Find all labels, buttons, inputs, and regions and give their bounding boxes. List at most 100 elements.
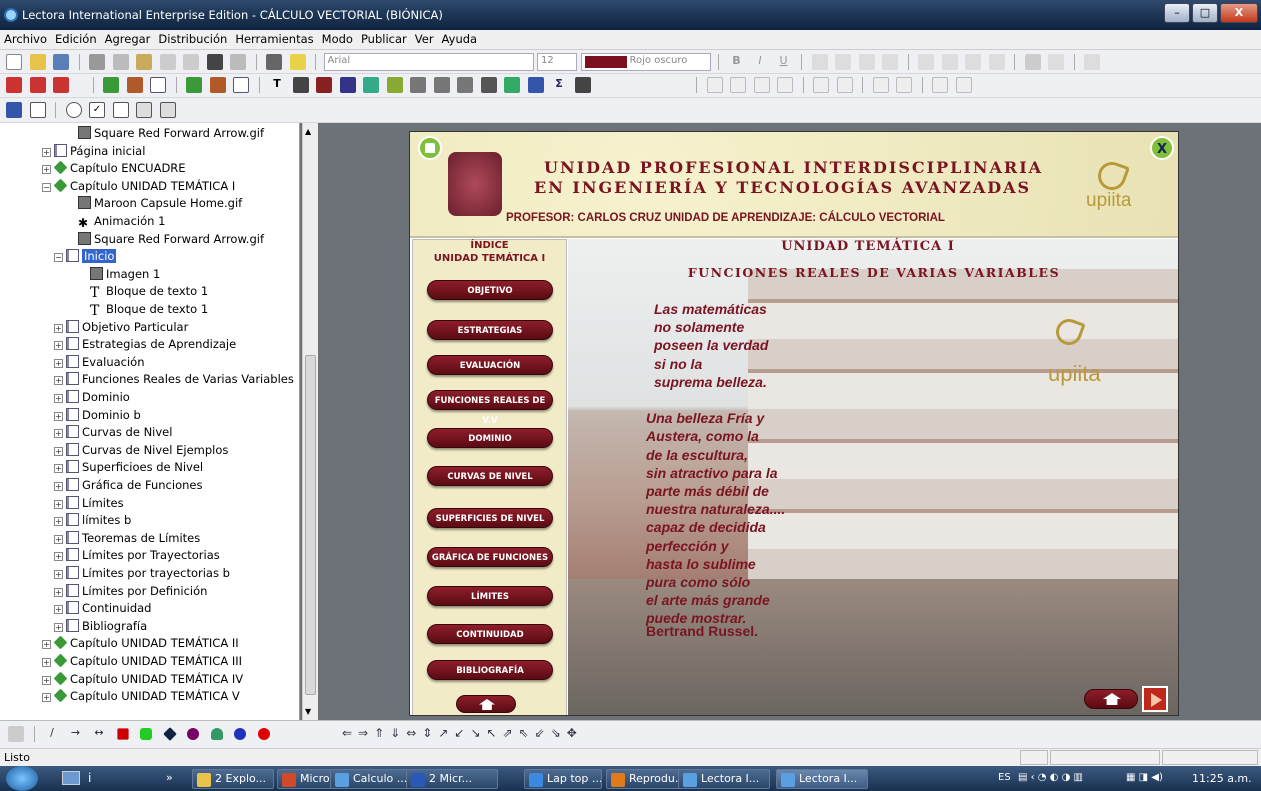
blue-circle-icon[interactable] — [234, 728, 246, 740]
arrow-tools[interactable]: ⇐⇒⇑⇓⇔⇕↗↙↘↖⇗⇖⇙⇘✥ — [342, 726, 583, 740]
index-menu-button[interactable]: ESTRATEGIAS — [427, 320, 553, 340]
start-button[interactable] — [6, 766, 38, 791]
replace-icon[interactable] — [230, 54, 246, 70]
line-icon[interactable]: / — [44, 726, 60, 742]
entry-field-icon[interactable] — [29, 102, 46, 118]
index-menu-button[interactable]: GRÁFICA DE FUNCIONES — [427, 547, 553, 567]
home-capsule-button[interactable] — [456, 695, 516, 713]
traffic-light-2-icon[interactable] — [29, 77, 46, 93]
maximize-button[interactable]: □ — [1192, 3, 1218, 23]
help-icon[interactable] — [289, 54, 306, 70]
expand-icon[interactable]: + — [54, 411, 63, 421]
taskbar-button[interactable]: Calculo ... — [330, 769, 408, 789]
indent-icon[interactable] — [988, 54, 1005, 70]
taskbar-button[interactable]: Lap top ... — [524, 769, 602, 789]
add-section-icon[interactable] — [126, 77, 143, 93]
menu-herramientas[interactable]: Herramientas — [231, 30, 317, 48]
space-v-icon[interactable] — [955, 77, 972, 93]
tree-item[interactable]: + Continuidad — [54, 600, 151, 617]
font-color-select[interactable]: Rojo oscuro — [580, 53, 711, 71]
expand-icon[interactable]: + — [54, 376, 63, 386]
find-icon[interactable] — [206, 54, 223, 70]
show-desktop-icon[interactable] — [62, 771, 80, 785]
sum-icon[interactable]: Σ — [551, 77, 567, 93]
menu-distribucion[interactable]: Distribución — [154, 30, 231, 48]
link-icon[interactable] — [1024, 54, 1041, 70]
info-icon[interactable]: i — [88, 771, 91, 785]
audio-icon[interactable] — [363, 77, 379, 93]
chart-icon[interactable] — [504, 77, 520, 93]
tree-item[interactable]: + Curvas de Nivel — [54, 424, 172, 441]
expand-icon[interactable]: + — [42, 658, 51, 667]
exit-button[interactable]: X — [1150, 136, 1174, 160]
index-menu-button[interactable]: DOMINIO — [427, 428, 553, 448]
copy-icon[interactable] — [112, 54, 129, 70]
arrow-right-icon[interactable]: → — [68, 726, 84, 742]
align-left-icon[interactable] — [811, 54, 828, 70]
image-icon[interactable] — [292, 77, 309, 93]
menu-object-icon[interactable] — [480, 77, 497, 93]
tray-network-volume-icons[interactable]: ▦ ◨ ◀) — [1126, 772, 1163, 783]
red-circle-icon[interactable] — [257, 728, 270, 740]
numbering-icon[interactable] — [941, 54, 958, 70]
tray-icons[interactable]: ▤ ‹ ◔ ◐ ◑ ▥ — [1018, 772, 1083, 783]
language-indicator[interactable]: ES — [998, 772, 1011, 783]
scroll-up-arrow-icon[interactable]: ▲ — [305, 127, 311, 136]
expand-icon[interactable]: + — [54, 534, 63, 544]
open-icon[interactable] — [29, 54, 46, 70]
tree-item[interactable]: Maroon Capsule Home.gif — [66, 195, 242, 212]
section-icon[interactable] — [209, 77, 226, 93]
expand-icon[interactable]: + — [54, 605, 63, 615]
expand-icon[interactable]: + — [54, 429, 63, 439]
expand-icon[interactable]: + — [54, 358, 63, 368]
tree-item[interactable]: + Límites por Definición — [54, 583, 207, 600]
forward-button[interactable] — [1142, 686, 1168, 712]
expand-icon[interactable]: + — [54, 464, 63, 474]
video-icon[interactable] — [339, 77, 356, 93]
collapse-icon[interactable]: − — [54, 253, 63, 263]
paste-icon[interactable] — [136, 54, 152, 70]
menu-ver[interactable]: Ver — [411, 30, 438, 48]
tree-vertical-scrollbar[interactable]: ▲ ▼ — [302, 123, 318, 720]
align-tool-4-icon[interactable] — [777, 77, 793, 93]
tree-item[interactable]: − Inicio — [54, 248, 117, 265]
menu-ayuda[interactable]: Ayuda — [438, 30, 482, 48]
expand-icon[interactable]: + — [54, 446, 63, 456]
tree-item[interactable]: + Dominio b — [54, 407, 141, 424]
format-painter-icon[interactable] — [159, 54, 176, 70]
spellcheck-icon[interactable] — [1084, 54, 1100, 70]
tree-item[interactable]: + Capítulo ENCUADRE — [42, 160, 186, 177]
align-tool-3-icon[interactable] — [753, 77, 770, 93]
button-icon[interactable] — [410, 77, 426, 93]
expand-icon[interactable]: + — [54, 482, 63, 491]
tree-item[interactable]: Imagen 1 — [78, 266, 160, 283]
expand-icon[interactable]: + — [54, 622, 63, 632]
square-shape-icon[interactable] — [116, 728, 129, 740]
tree-item[interactable]: + Límites por Trayectorias — [54, 547, 220, 564]
save-icon[interactable] — [53, 54, 69, 70]
center-v-icon[interactable] — [836, 77, 853, 93]
rounded-rect-icon[interactable] — [140, 728, 152, 740]
add-page-icon[interactable] — [150, 77, 166, 93]
index-menu-button[interactable]: OBJETIVO — [427, 280, 553, 300]
diamond-icon[interactable] — [162, 727, 177, 741]
tree-item[interactable]: + Evaluación — [54, 354, 145, 371]
align-right-icon[interactable] — [858, 54, 875, 70]
special-char-icon[interactable] — [1048, 54, 1064, 70]
double-arrow-icon[interactable]: ↔ — [91, 726, 107, 742]
text-entry-icon[interactable] — [112, 102, 129, 118]
bullets-icon[interactable] — [918, 54, 934, 70]
menu-edicion[interactable]: Edición — [51, 30, 101, 48]
taskbar-button[interactable]: Reprodu... — [606, 769, 684, 789]
tree-item[interactable]: + Límites por trayectorias b — [54, 565, 230, 582]
list-box-icon[interactable] — [159, 102, 176, 118]
tree-item[interactable]: + Límites — [54, 495, 124, 512]
index-menu-button[interactable]: BIBLIOGRAFÍA — [427, 660, 553, 680]
taskbar-button[interactable]: Lectora I... — [776, 769, 868, 789]
index-menu-button[interactable]: CONTINUIDAD — [427, 624, 553, 644]
form-object-icon[interactable] — [6, 102, 22, 118]
space-h-icon[interactable] — [932, 77, 948, 93]
draw-tool-icon[interactable] — [8, 726, 24, 742]
italic-icon[interactable]: I — [752, 54, 768, 70]
tree-item[interactable]: + Capítulo UNIDAD TEMÁTICA IV — [42, 671, 243, 688]
